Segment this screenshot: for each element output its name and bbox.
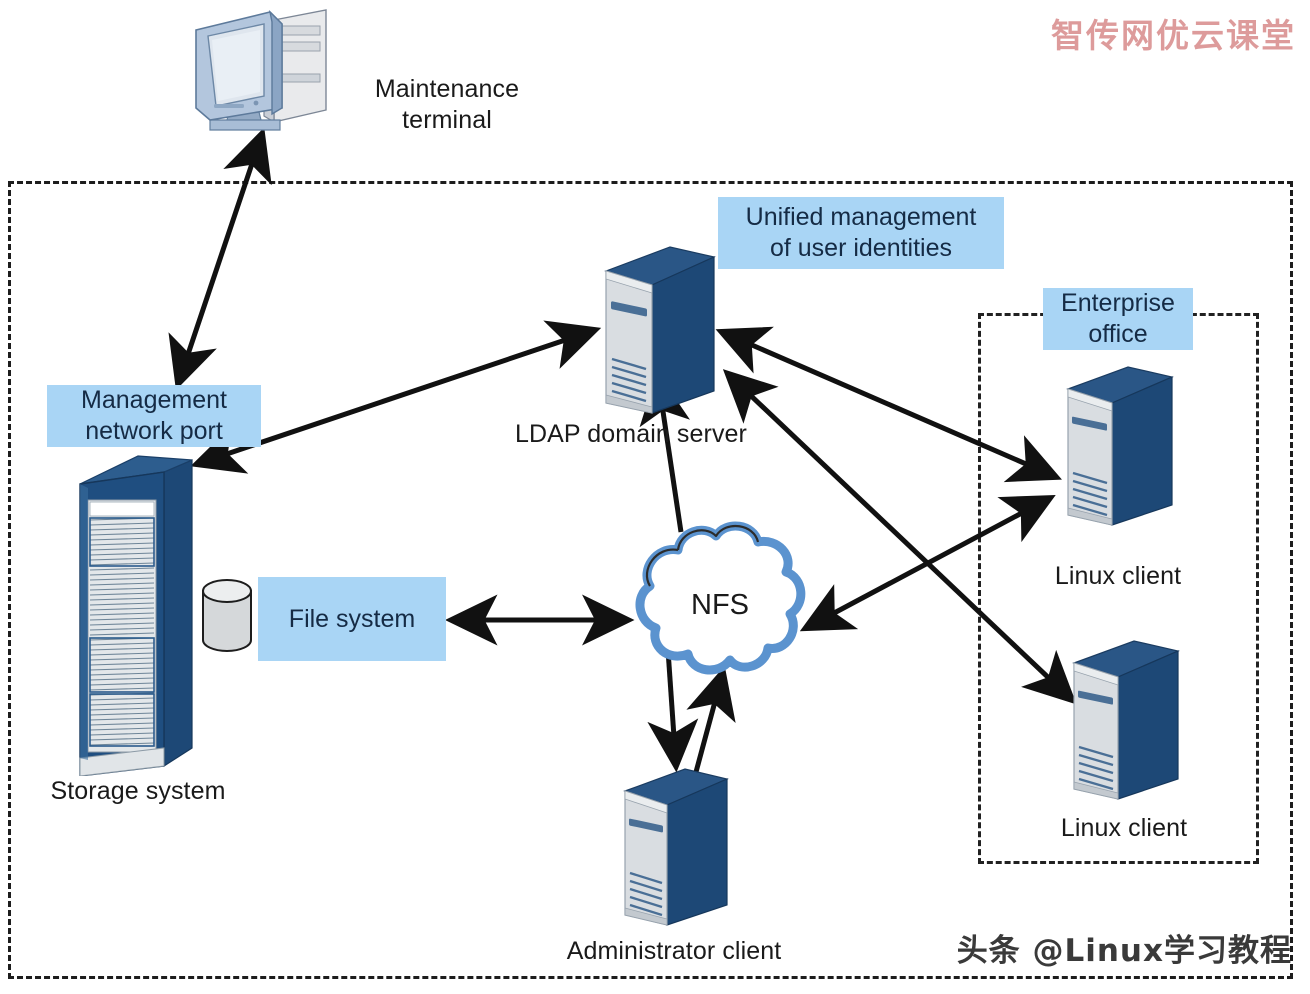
nfs-cloud-icon: NFS	[620, 516, 820, 688]
linux-client-2-label: Linux client	[1060, 814, 1188, 842]
administrator-client-icon	[613, 765, 735, 931]
callout-file-system: File system	[258, 577, 446, 661]
connector-ldap-to-linux-client-1	[715, 326, 1062, 483]
connector-nfs-to-linux-client-1	[799, 494, 1056, 632]
maintenance-terminal-icon	[186, 4, 346, 140]
maintenance-terminal-label: Maintenance terminal	[374, 75, 520, 134]
storage-system-icon	[72, 448, 202, 776]
ldap-domain-server-icon	[592, 243, 722, 419]
watermark-bottom-right: 头条 @Linux学习教程	[956, 933, 1292, 969]
diagram-canvas: Maintenance terminal Management network …	[0, 0, 1310, 994]
watermark-top-right: 智传网优云课堂	[1051, 16, 1296, 55]
storage-system-label: Storage system	[50, 777, 226, 805]
connector-terminal-to-management-port	[168, 127, 272, 391]
callout-enterprise-office: Enterprise office	[1043, 288, 1193, 350]
linux-client-1-icon	[1056, 363, 1180, 531]
linux-client-1-label: Linux client	[1054, 562, 1182, 590]
callout-unified-management: Unified management of user identities	[718, 197, 1004, 269]
database-cylinder-icon	[200, 578, 254, 654]
administrator-client-label: Administrator client	[566, 937, 782, 965]
ldap-domain-server-label: LDAP domain server	[514, 420, 747, 448]
linux-client-2-icon	[1062, 637, 1186, 805]
nfs-cloud-label: NFS	[691, 589, 749, 621]
callout-management-network-port: Management network port	[47, 385, 261, 447]
